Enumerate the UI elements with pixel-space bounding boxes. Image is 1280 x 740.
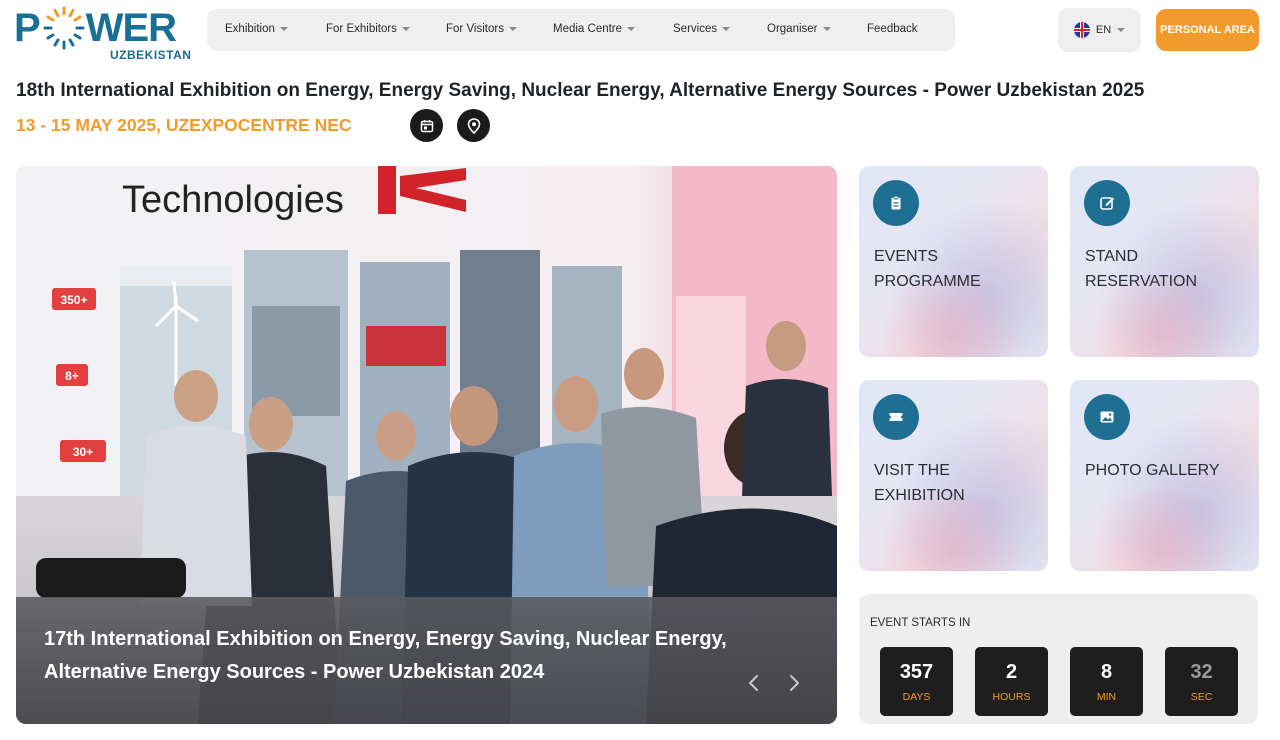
logo-sun-icon — [43, 6, 85, 50]
countdown-unit: MIN — [1096, 691, 1117, 703]
language-code: EN — [1095, 24, 1112, 36]
logo-wordmark: P WER — [14, 6, 177, 50]
countdown-hours: 2 HOURS — [975, 647, 1048, 716]
nav-label: Organiser — [767, 23, 818, 35]
event-countdown: EVENT STARTS IN 357 DAYS 2 HOURS 8 MIN 3… — [859, 594, 1258, 724]
nav-label: Services — [673, 23, 718, 35]
svg-text:Technologies: Technologies — [122, 179, 344, 221]
nav-for-visitors[interactable]: For Visitors — [446, 23, 517, 35]
countdown-unit: DAYS — [902, 691, 931, 703]
countdown-value: 357 — [899, 661, 934, 683]
countdown-unit: SEC — [1190, 691, 1213, 703]
nav-label: Media Centre — [553, 23, 623, 35]
tile-visit-the-exhibition[interactable]: Visit the exhibition — [859, 380, 1048, 571]
chevron-down-icon — [822, 27, 831, 31]
personal-area-button[interactable]: PERSONAL AREA — [1156, 9, 1259, 51]
tile-label: Stand reservation — [1085, 248, 1198, 290]
countdown-value: 8 — [1100, 661, 1113, 683]
nav-label: Feedback — [867, 23, 918, 35]
nav-label: Exhibition — [225, 23, 275, 35]
location-pin-icon — [467, 117, 480, 134]
nav-organiser[interactable]: Organiser — [767, 23, 831, 35]
nav-exhibition[interactable]: Exhibition — [225, 23, 288, 35]
countdown-value: 32 — [1190, 661, 1213, 683]
svg-text:8+: 8+ — [65, 369, 79, 383]
tile-label: Events programme — [874, 248, 981, 290]
nav-services[interactable]: Services — [673, 23, 731, 35]
countdown-unit: HOURS — [992, 691, 1031, 703]
tile-events-programme[interactable]: Events programme — [859, 166, 1048, 357]
hero-caption-title: 17th International Exhibition on Energy,… — [44, 628, 727, 683]
hero-slider[interactable]: Technologies 350+ 8+ 30+ 17th Internatio… — [16, 166, 837, 724]
countdown-days: 357 DAYS — [880, 647, 953, 716]
slider-next-icon[interactable] — [782, 671, 806, 695]
chevron-down-icon — [508, 27, 517, 31]
chevron-down-icon — [722, 27, 731, 31]
slider-prev-icon[interactable] — [742, 671, 766, 695]
countdown-minutes: 8 MIN — [1070, 647, 1143, 716]
site-header: P WER UZBEKISTAN Exhibition For Exhibito… — [0, 0, 1280, 64]
calendar-icon — [420, 119, 433, 132]
hero-caption: 17th International Exhibition on Energy,… — [16, 597, 837, 724]
edit-icon — [1084, 180, 1130, 226]
tile-stand-reservation[interactable]: Stand reservation — [1070, 166, 1259, 357]
countdown-value: 2 — [1005, 661, 1018, 683]
image-icon — [1084, 394, 1130, 440]
nav-for-exhibitors[interactable]: For Exhibitors — [326, 23, 410, 35]
tile-label: Photo gallery — [1085, 462, 1220, 479]
chevron-down-icon — [401, 27, 410, 31]
chevron-down-icon — [1117, 28, 1126, 32]
countdown-title: EVENT STARTS IN — [870, 617, 971, 629]
chevron-down-icon — [279, 27, 288, 31]
svg-text:350+: 350+ — [60, 293, 87, 307]
location-button[interactable] — [457, 109, 490, 142]
language-selector[interactable]: EN — [1058, 8, 1141, 52]
ticket-icon — [873, 394, 919, 440]
tile-photo-gallery[interactable]: Photo gallery — [1070, 380, 1259, 571]
page-title: 18th International Exhibition on Energy,… — [16, 80, 1145, 101]
nav-feedback[interactable]: Feedback — [867, 23, 918, 35]
tile-label: Visit the exhibition — [874, 462, 965, 504]
event-dates: 13 - 15 MAY 2025, UZEXPOCENTRE NEC — [16, 115, 352, 135]
nav-media-centre[interactable]: Media Centre — [553, 23, 636, 35]
countdown-seconds: 32 SEC — [1165, 647, 1238, 716]
uk-flag-icon — [1073, 22, 1090, 38]
nav-label: For Visitors — [446, 23, 504, 35]
main-navigation: Exhibition For Exhibitors For Visitors M… — [207, 9, 955, 51]
calendar-button[interactable] — [410, 109, 443, 142]
svg-text:30+: 30+ — [73, 445, 93, 459]
power-uzbekistan-logo[interactable]: P WER UZBEKISTAN — [14, 2, 196, 62]
nav-label: For Exhibitors — [326, 23, 397, 35]
chevron-down-icon — [627, 27, 636, 31]
logo-subtitle: UZBEKISTAN — [110, 48, 192, 62]
logo-wordmark-tail: WER — [85, 6, 177, 50]
clipboard-icon — [873, 180, 919, 226]
